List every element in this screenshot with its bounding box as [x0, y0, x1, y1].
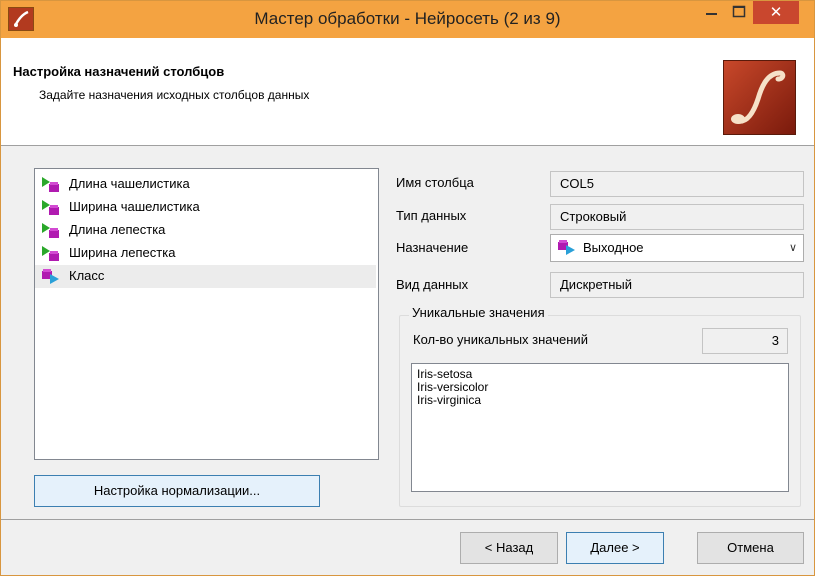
normalize-settings-button[interactable]: Настройка нормализации... — [34, 475, 320, 507]
column-name-value: COL5 — [560, 176, 594, 191]
data-type-field: Строковый — [550, 204, 804, 230]
list-item-label: Длина лепестка — [69, 222, 166, 237]
footer-divider — [1, 519, 814, 520]
input-column-icon — [42, 177, 59, 192]
list-item-label: Ширина лепестка — [69, 245, 176, 260]
minimize-button[interactable] — [698, 1, 725, 24]
column-name-label: Имя столбца — [396, 175, 474, 190]
output-column-icon — [558, 240, 575, 255]
list-item[interactable]: Длина лепестка — [35, 219, 376, 242]
next-button[interactable]: Далее > — [566, 532, 664, 564]
wizard-header: Настройка назначений столбцов Задайте на… — [1, 38, 814, 146]
output-column-icon — [42, 269, 59, 284]
unique-values-list[interactable]: Iris-setosa Iris-versicolor Iris-virgini… — [411, 363, 789, 492]
column-name-field: COL5 — [550, 171, 804, 197]
input-column-icon — [42, 223, 59, 238]
close-button[interactable]: ✕ — [753, 1, 799, 24]
minimize-icon — [706, 13, 717, 15]
list-item: Iris-virginica — [417, 393, 482, 407]
list-item-label: Класс — [69, 268, 105, 283]
input-column-icon — [42, 246, 59, 261]
close-icon: ✕ — [769, 4, 783, 21]
chevron-down-icon[interactable]: ∨ — [789, 241, 797, 254]
title-bar[interactable]: Мастер обработки - Нейросеть (2 из 9) ✕ — [1, 1, 814, 38]
wizard-window: Мастер обработки - Нейросеть (2 из 9) ✕ … — [0, 0, 815, 576]
data-kind-label: Вид данных — [396, 277, 469, 292]
data-kind-field: Дискретный — [550, 272, 804, 298]
purpose-select[interactable]: Выходное ∨ — [550, 234, 804, 262]
list-item-selected[interactable]: Класс — [35, 265, 376, 288]
data-type-value: Строковый — [560, 209, 627, 224]
header-subtitle: Задайте назначения исходных столбцов дан… — [39, 88, 310, 102]
purpose-value: Выходное — [583, 240, 644, 255]
unique-count-field: 3 — [702, 328, 788, 354]
purpose-label: Назначение — [396, 240, 469, 255]
list-item: Iris-setosa — [417, 367, 473, 381]
unique-count-label: Кол-во уникальных значений — [413, 332, 588, 347]
unique-count-value: 3 — [771, 333, 779, 348]
data-type-label: Тип данных — [396, 208, 467, 223]
list-item[interactable]: Ширина чашелистика — [35, 196, 376, 219]
header-title: Настройка назначений столбцов — [13, 64, 225, 79]
list-item-label: Длина чашелистика — [69, 176, 190, 191]
input-column-icon — [42, 200, 59, 215]
list-item-label: Ширина чашелистика — [69, 199, 200, 214]
back-button[interactable]: < Назад — [460, 532, 558, 564]
cancel-button[interactable]: Отмена — [697, 532, 804, 564]
list-item[interactable]: Длина чашелистика — [35, 173, 376, 196]
unique-values-title: Уникальные значения — [409, 305, 548, 320]
window-title: Мастер обработки - Нейросеть (2 из 9) — [254, 9, 561, 28]
columns-list[interactable]: Длина чашелистика Ширина чашелистика Дли… — [34, 168, 379, 460]
maximize-button[interactable] — [726, 1, 752, 24]
data-kind-value: Дискретный — [560, 277, 633, 292]
list-item[interactable]: Ширина лепестка — [35, 242, 376, 265]
deductor-logo-icon — [723, 60, 796, 135]
maximize-icon — [732, 5, 746, 18]
